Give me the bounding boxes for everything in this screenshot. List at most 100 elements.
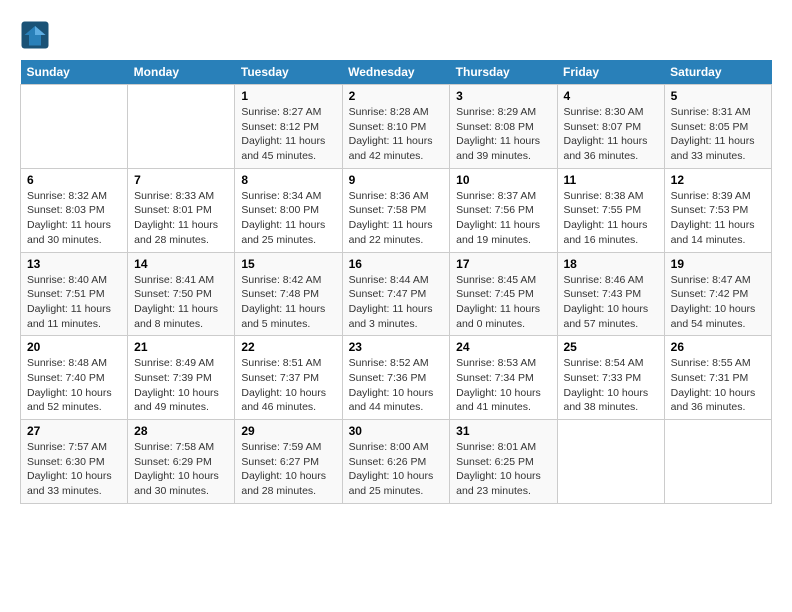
- day-info: Sunrise: 8:48 AMSunset: 7:40 PMDaylight:…: [27, 356, 121, 415]
- week-row-3: 13Sunrise: 8:40 AMSunset: 7:51 PMDayligh…: [21, 252, 772, 336]
- day-cell: 22 Sunrise: 8:51 AMSunset: 7:37 PMDayligh…: [235, 336, 342, 420]
- day-cell: 8Sunrise: 8:34 AMSunset: 8:00 PMDaylight…: [235, 168, 342, 252]
- day-number: 26: [671, 340, 765, 354]
- day-number: 7: [134, 173, 228, 187]
- day-cell: 1Sunrise: 8:27 AMSunset: 8:12 PMDaylight…: [235, 85, 342, 169]
- day-cell: 25 Sunrise: 8:54 AMSunset: 7:33 PMDayligh…: [557, 336, 664, 420]
- day-number: 14: [134, 257, 228, 271]
- day-number: 29: [241, 424, 335, 438]
- day-cell: 17 Sunrise: 8:45 AMSunset: 7:45 PMDayligh…: [450, 252, 557, 336]
- day-cell: 14Sunrise: 8:41 AMSunset: 7:50 PMDayligh…: [128, 252, 235, 336]
- calendar-table: SundayMondayTuesdayWednesdayThursdayFrid…: [20, 60, 772, 504]
- day-number: 1: [241, 89, 335, 103]
- day-info: Sunrise: 8:51 AMSunset: 7:37 PMDaylight:…: [241, 356, 335, 415]
- day-info: Sunrise: 8:52 AMSunset: 7:36 PMDaylight:…: [349, 356, 444, 415]
- day-number: 11: [564, 173, 658, 187]
- day-cell: 12 Sunrise: 8:39 AMSunset: 7:53 PMDayligh…: [664, 168, 771, 252]
- day-cell: [128, 85, 235, 169]
- day-number: 6: [27, 173, 121, 187]
- day-number: 8: [241, 173, 335, 187]
- day-number: 17: [456, 257, 550, 271]
- page-header: [20, 20, 772, 50]
- day-info: Sunrise: 8:46 AMSunset: 7:43 PMDaylight:…: [564, 273, 658, 332]
- day-cell: 13Sunrise: 8:40 AMSunset: 7:51 PMDayligh…: [21, 252, 128, 336]
- header-row: SundayMondayTuesdayWednesdayThursdayFrid…: [21, 60, 772, 85]
- day-info: Sunrise: 8:42 AMSunset: 7:48 PMDaylight:…: [241, 273, 335, 332]
- day-info: Sunrise: 7:57 AMSunset: 6:30 PMDaylight:…: [27, 440, 121, 499]
- week-row-4: 20 Sunrise: 8:48 AMSunset: 7:40 PMDayligh…: [21, 336, 772, 420]
- day-number: 28: [134, 424, 228, 438]
- day-info: Sunrise: 8:37 AMSunset: 7:56 PMDaylight:…: [456, 189, 550, 248]
- day-cell: 29 Sunrise: 7:59 AMSunset: 6:27 PMDayligh…: [235, 420, 342, 504]
- col-header-friday: Friday: [557, 60, 664, 85]
- day-info: Sunrise: 8:54 AMSunset: 7:33 PMDaylight:…: [564, 356, 658, 415]
- day-info: Sunrise: 8:39 AMSunset: 7:53 PMDaylight:…: [671, 189, 765, 248]
- day-cell: 31 Sunrise: 8:01 AMSunset: 6:25 PMDayligh…: [450, 420, 557, 504]
- day-cell: 9 Sunrise: 8:36 AMSunset: 7:58 PMDaylight…: [342, 168, 450, 252]
- day-cell: 30 Sunrise: 8:00 AMSunset: 6:26 PMDayligh…: [342, 420, 450, 504]
- day-cell: 10Sunrise: 8:37 AMSunset: 7:56 PMDayligh…: [450, 168, 557, 252]
- day-cell: 15 Sunrise: 8:42 AMSunset: 7:48 PMDayligh…: [235, 252, 342, 336]
- week-row-5: 27 Sunrise: 7:57 AMSunset: 6:30 PMDayligh…: [21, 420, 772, 504]
- day-cell: 27 Sunrise: 7:57 AMSunset: 6:30 PMDayligh…: [21, 420, 128, 504]
- day-info: Sunrise: 8:45 AMSunset: 7:45 PMDaylight:…: [456, 273, 550, 332]
- day-number: 12: [671, 173, 765, 187]
- day-number: 21: [134, 340, 228, 354]
- day-info: Sunrise: 8:33 AMSunset: 8:01 PMDaylight:…: [134, 189, 228, 248]
- week-row-1: 1Sunrise: 8:27 AMSunset: 8:12 PMDaylight…: [21, 85, 772, 169]
- day-info: Sunrise: 8:01 AMSunset: 6:25 PMDaylight:…: [456, 440, 550, 499]
- day-info: Sunrise: 8:00 AMSunset: 6:26 PMDaylight:…: [349, 440, 444, 499]
- day-number: 9: [349, 173, 444, 187]
- col-header-sunday: Sunday: [21, 60, 128, 85]
- day-cell: 11 Sunrise: 8:38 AMSunset: 7:55 PMDayligh…: [557, 168, 664, 252]
- day-info: Sunrise: 8:32 AMSunset: 8:03 PMDaylight:…: [27, 189, 121, 248]
- day-cell: 7 Sunrise: 8:33 AMSunset: 8:01 PMDaylight…: [128, 168, 235, 252]
- col-header-monday: Monday: [128, 60, 235, 85]
- day-number: 25: [564, 340, 658, 354]
- day-number: 16: [349, 257, 444, 271]
- day-number: 20: [27, 340, 121, 354]
- day-info: Sunrise: 8:28 AMSunset: 8:10 PMDaylight:…: [349, 105, 444, 164]
- day-number: 19: [671, 257, 765, 271]
- day-cell: 6 Sunrise: 8:32 AMSunset: 8:03 PMDaylight…: [21, 168, 128, 252]
- day-number: 22: [241, 340, 335, 354]
- day-info: Sunrise: 8:36 AMSunset: 7:58 PMDaylight:…: [349, 189, 444, 248]
- day-cell: [664, 420, 771, 504]
- day-info: Sunrise: 8:31 AMSunset: 8:05 PMDaylight:…: [671, 105, 765, 164]
- week-row-2: 6 Sunrise: 8:32 AMSunset: 8:03 PMDaylight…: [21, 168, 772, 252]
- day-info: Sunrise: 8:47 AMSunset: 7:42 PMDaylight:…: [671, 273, 765, 332]
- col-header-tuesday: Tuesday: [235, 60, 342, 85]
- col-header-thursday: Thursday: [450, 60, 557, 85]
- day-cell: [21, 85, 128, 169]
- day-number: 13: [27, 257, 121, 271]
- day-cell: [557, 420, 664, 504]
- day-number: 27: [27, 424, 121, 438]
- day-number: 15: [241, 257, 335, 271]
- day-info: Sunrise: 8:55 AMSunset: 7:31 PMDaylight:…: [671, 356, 765, 415]
- day-number: 31: [456, 424, 550, 438]
- day-number: 5: [671, 89, 765, 103]
- day-cell: 16Sunrise: 8:44 AMSunset: 7:47 PMDayligh…: [342, 252, 450, 336]
- day-cell: 20 Sunrise: 8:48 AMSunset: 7:40 PMDayligh…: [21, 336, 128, 420]
- day-info: Sunrise: 8:29 AMSunset: 8:08 PMDaylight:…: [456, 105, 550, 164]
- day-info: Sunrise: 8:49 AMSunset: 7:39 PMDaylight:…: [134, 356, 228, 415]
- day-cell: 21 Sunrise: 8:49 AMSunset: 7:39 PMDayligh…: [128, 336, 235, 420]
- day-cell: 19 Sunrise: 8:47 AMSunset: 7:42 PMDayligh…: [664, 252, 771, 336]
- col-header-wednesday: Wednesday: [342, 60, 450, 85]
- day-cell: 18 Sunrise: 8:46 AMSunset: 7:43 PMDayligh…: [557, 252, 664, 336]
- day-number: 23: [349, 340, 444, 354]
- day-cell: 28Sunrise: 7:58 AMSunset: 6:29 PMDayligh…: [128, 420, 235, 504]
- day-info: Sunrise: 7:59 AMSunset: 6:27 PMDaylight:…: [241, 440, 335, 499]
- day-number: 2: [349, 89, 444, 103]
- day-cell: 3Sunrise: 8:29 AMSunset: 8:08 PMDaylight…: [450, 85, 557, 169]
- logo-icon: [20, 20, 50, 50]
- day-cell: 24Sunrise: 8:53 AMSunset: 7:34 PMDayligh…: [450, 336, 557, 420]
- day-cell: 5 Sunrise: 8:31 AMSunset: 8:05 PMDaylight…: [664, 85, 771, 169]
- col-header-saturday: Saturday: [664, 60, 771, 85]
- day-info: Sunrise: 8:38 AMSunset: 7:55 PMDaylight:…: [564, 189, 658, 248]
- day-cell: 23 Sunrise: 8:52 AMSunset: 7:36 PMDayligh…: [342, 336, 450, 420]
- day-info: Sunrise: 8:30 AMSunset: 8:07 PMDaylight:…: [564, 105, 658, 164]
- day-number: 30: [349, 424, 444, 438]
- day-number: 18: [564, 257, 658, 271]
- day-cell: 2 Sunrise: 8:28 AMSunset: 8:10 PMDaylight…: [342, 85, 450, 169]
